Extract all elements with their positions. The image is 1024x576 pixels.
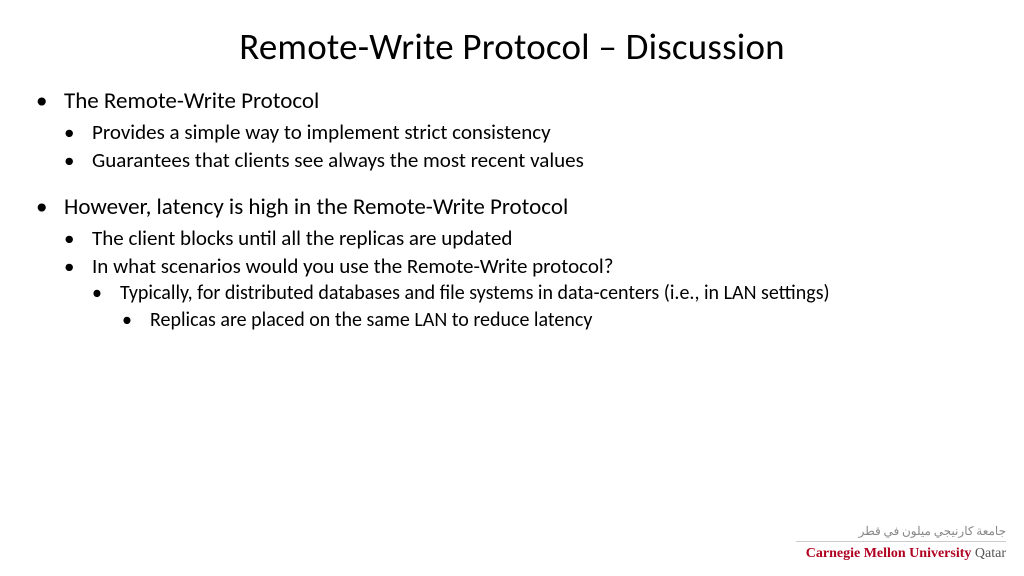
slide-title: Remote-Write Protocol – Discussion — [50, 24, 974, 69]
logo-divider — [796, 541, 1006, 542]
bullet-l1: However, latency is high in the Remote-W… — [50, 193, 974, 221]
slide: Remote-Write Protocol – Discussion The R… — [0, 0, 1024, 576]
logo-org: Carnegie Mellon University — [806, 546, 972, 561]
logo-main-text: Carnegie Mellon University Qatar — [796, 544, 1006, 562]
bullet-l2: Provides a simple way to implement stric… — [78, 119, 974, 145]
bullet-l4: Replicas are placed on the same LAN to r… — [136, 308, 974, 332]
bullet-l2: The client blocks until all the replicas… — [78, 225, 974, 251]
bullet-l1: The Remote-Write Protocol — [50, 87, 974, 115]
logo-arabic-text: جامعة كارنيجي ميلون في قطر — [796, 524, 1006, 539]
content-body: The Remote-Write Protocol Provides a sim… — [50, 87, 974, 332]
bullet-l2: In what scenarios would you use the Remo… — [78, 253, 974, 279]
logo-location: Qatar — [971, 546, 1006, 561]
bullet-l3: Typically, for distributed databases and… — [106, 281, 974, 306]
bullet-l2: Guarantees that clients see always the m… — [78, 147, 974, 173]
footer-logo: جامعة كارنيجي ميلون في قطر Carnegie Mell… — [796, 524, 1006, 562]
